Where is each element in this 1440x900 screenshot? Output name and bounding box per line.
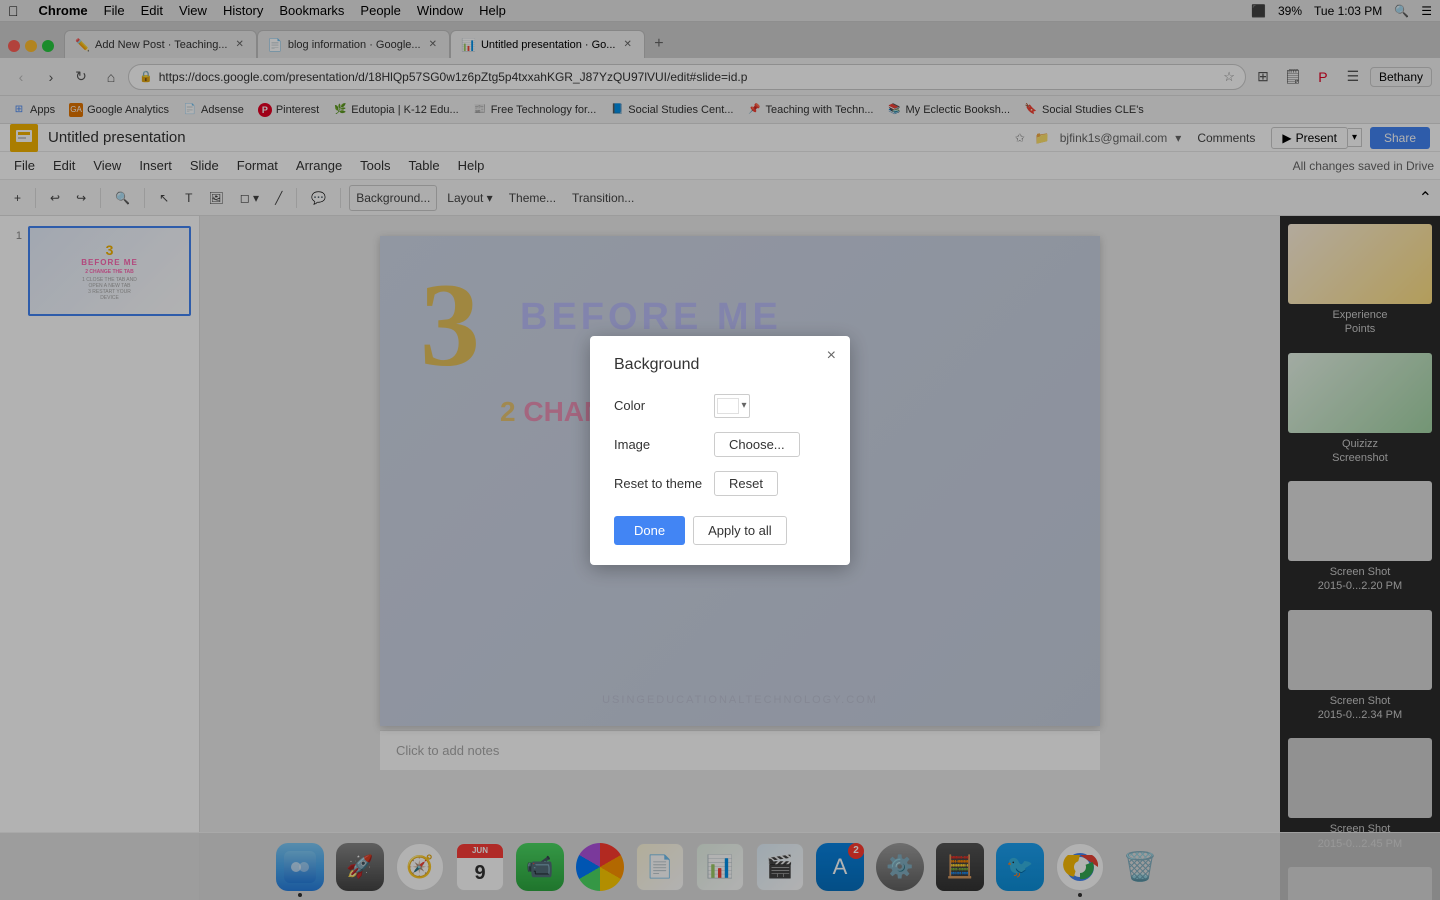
background-dialog: Background × Color Image Choose... Reset… xyxy=(590,336,850,565)
choose-image-button[interactable]: Choose... xyxy=(714,432,800,457)
color-row: Color xyxy=(614,394,826,418)
dialog-close-button[interactable]: × xyxy=(827,348,836,364)
dialog-title: Background xyxy=(614,356,826,374)
reset-row: Reset to theme Reset xyxy=(614,471,826,496)
image-row: Image Choose... xyxy=(614,432,826,457)
color-swatch xyxy=(717,398,739,414)
reset-label: Reset to theme xyxy=(614,476,714,491)
dialog-footer: Done Apply to all xyxy=(614,516,826,545)
apply-to-all-button[interactable]: Apply to all xyxy=(693,516,787,545)
color-label: Color xyxy=(614,398,714,413)
done-button[interactable]: Done xyxy=(614,516,685,545)
dialog-overlay: Background × Color Image Choose... Reset… xyxy=(0,0,1440,900)
image-label: Image xyxy=(614,437,714,452)
color-picker-button[interactable] xyxy=(714,394,750,418)
reset-button[interactable]: Reset xyxy=(714,471,778,496)
